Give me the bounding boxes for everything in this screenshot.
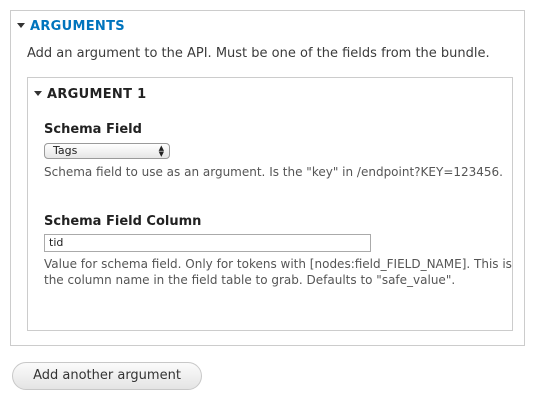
- argument-1-legend-text[interactable]: ARGUMENT 1: [47, 87, 146, 102]
- arguments-fieldset: ARGUMENTS Add an argument to the API. Mu…: [10, 10, 525, 346]
- select-arrows-icon: ▲ ▼: [158, 144, 164, 158]
- schema-field-selected-value: Tags: [53, 144, 78, 157]
- schema-field-column-label: Schema Field Column: [44, 214, 202, 229]
- argument-1-legend[interactable]: ARGUMENT 1: [34, 87, 146, 102]
- schema-field-description: Schema field to use as an argument. Is t…: [44, 165, 503, 179]
- arguments-legend-text[interactable]: ARGUMENTS: [30, 19, 125, 34]
- schema-field-label: Schema Field: [44, 122, 142, 137]
- schema-field-column-description-line-2: the column name in the field table to gr…: [44, 273, 456, 287]
- collapse-triangle-icon[interactable]: [34, 91, 42, 96]
- schema-field-column-input[interactable]: tid: [44, 234, 371, 252]
- arguments-legend[interactable]: ARGUMENTS: [17, 19, 125, 34]
- collapse-triangle-icon[interactable]: [17, 23, 25, 28]
- add-another-argument-button[interactable]: Add another argument: [12, 362, 202, 390]
- arguments-description: Add an argument to the API. Must be one …: [27, 46, 490, 61]
- schema-field-select[interactable]: Tags ▲ ▼: [44, 143, 170, 159]
- schema-field-column-description-line-1: Value for schema field. Only for tokens …: [44, 257, 512, 271]
- argument-1-fieldset: ARGUMENT 1 Schema Field Tags ▲ ▼ Schema f…: [27, 77, 513, 331]
